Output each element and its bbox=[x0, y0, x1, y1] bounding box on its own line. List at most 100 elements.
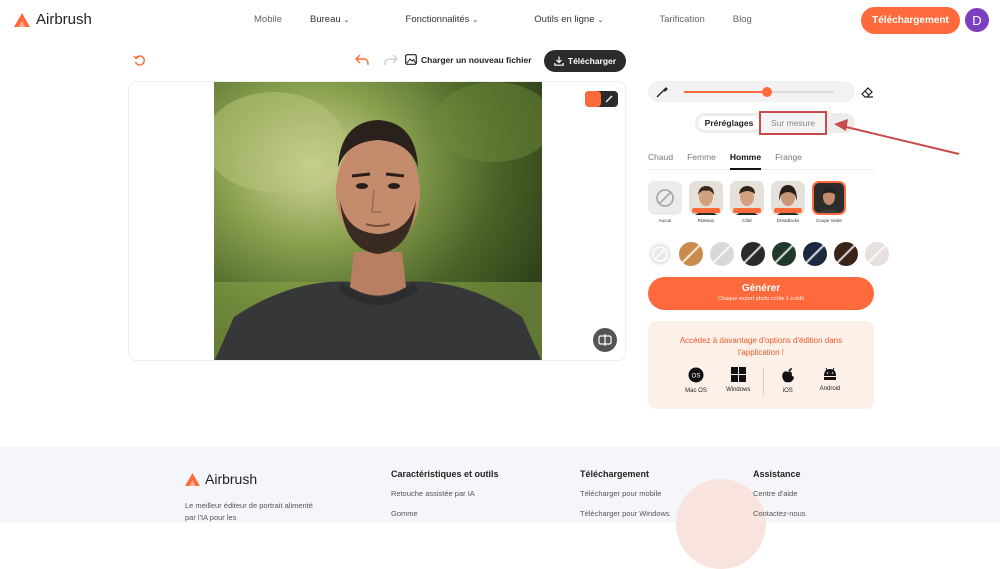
slider-track[interactable] bbox=[684, 87, 834, 97]
platform-label: Mac OS bbox=[685, 388, 707, 394]
color-swatch[interactable] bbox=[772, 242, 796, 266]
segment-presets[interactable]: Préréglages bbox=[698, 116, 760, 130]
eraser-icon[interactable] bbox=[861, 85, 874, 103]
nav-item-bureau[interactable]: Bureau ⌄ bbox=[310, 14, 378, 25]
style-dreadlocks[interactable]: Dreadlocks bbox=[771, 181, 805, 223]
chevron-down-icon: ⌄ bbox=[472, 17, 479, 24]
platform-label: Windows bbox=[726, 387, 751, 393]
hair-color-swatches bbox=[648, 242, 889, 266]
platform-list: OS Mac OS Windows iOS Android bbox=[678, 367, 848, 395]
footer-link[interactable]: Télécharger pour mobile bbox=[580, 489, 670, 498]
style-thumb bbox=[771, 181, 805, 215]
style-label: Coupe rasée bbox=[816, 218, 842, 223]
color-swatch[interactable] bbox=[648, 242, 672, 266]
tab-frange[interactable]: Frange bbox=[775, 152, 802, 169]
no-color-icon bbox=[652, 246, 668, 262]
nav-item-mobile[interactable]: Mobile bbox=[254, 14, 282, 25]
android-icon bbox=[824, 367, 836, 380]
compare-icon[interactable] bbox=[593, 328, 617, 352]
airbrush-logo-icon bbox=[14, 12, 30, 27]
pro-badge bbox=[733, 208, 761, 213]
footer-link[interactable]: Contactez-nous bbox=[753, 509, 806, 518]
chevron-down-icon: ⌄ bbox=[597, 17, 604, 24]
platform-windows[interactable]: Windows bbox=[720, 367, 756, 395]
footer-col-title: Assistance bbox=[753, 469, 801, 479]
style-label: Aucun bbox=[658, 218, 672, 223]
upload-label: Charger un nouveau fichier bbox=[421, 54, 532, 65]
undo-icon[interactable] bbox=[353, 51, 371, 69]
reset-icon[interactable] bbox=[130, 51, 148, 69]
platform-divider bbox=[762, 367, 764, 395]
brush-size-slider[interactable] bbox=[648, 81, 855, 102]
macos-icon: OS bbox=[688, 367, 704, 383]
segment-custom[interactable]: Sur mesure bbox=[759, 111, 827, 135]
tool-toggle[interactable] bbox=[585, 91, 618, 107]
footer-link[interactable]: Gomme bbox=[391, 509, 499, 518]
upload-new-file-button[interactable]: Charger un nouveau fichier bbox=[405, 54, 532, 65]
footer-link[interactable]: Retouche assistée par IA bbox=[391, 489, 499, 498]
color-swatch[interactable] bbox=[679, 242, 703, 266]
tab-homme[interactable]: Homme bbox=[729, 152, 762, 170]
nav-item-outils[interactable]: Outils en ligne ⌄ bbox=[534, 14, 631, 25]
nav-item-tarification[interactable]: Tarification bbox=[659, 14, 704, 25]
platform-label: Android bbox=[819, 386, 841, 392]
download-label: Télécharger bbox=[567, 56, 617, 66]
footer-col-features: Caractéristiques et outils Retouche assi… bbox=[391, 469, 499, 518]
footer-col-title: Téléchargement bbox=[580, 469, 650, 479]
user-avatar[interactable]: D bbox=[965, 8, 989, 32]
chevron-down-icon: ⌄ bbox=[343, 17, 350, 24]
redo-icon[interactable] bbox=[382, 51, 400, 69]
slider-knob[interactable] bbox=[761, 87, 772, 97]
brand-logo[interactable]: Airbrush bbox=[14, 11, 92, 28]
footer-brand-name: Airbrush bbox=[205, 471, 258, 487]
color-swatch[interactable] bbox=[710, 242, 734, 266]
hairstyle-options: Aucun Rideaux Côté Dreadlocks Coupe rasé… bbox=[648, 181, 846, 223]
footer-link[interactable]: Télécharger pour Windows bbox=[580, 509, 670, 518]
style-coupe-rasee[interactable]: Coupe rasée bbox=[812, 181, 846, 223]
slider-fill bbox=[684, 91, 767, 93]
platform-android[interactable]: Android bbox=[812, 367, 848, 395]
color-swatch[interactable] bbox=[865, 242, 889, 266]
style-label: Rideaux bbox=[697, 218, 715, 223]
style-label: Dreadlocks bbox=[776, 218, 800, 223]
style-thumb bbox=[730, 181, 764, 215]
platform-label: iOS bbox=[782, 388, 793, 394]
download-app-button[interactable]: Téléchargement bbox=[861, 7, 960, 34]
style-none[interactable]: Aucun bbox=[648, 181, 682, 223]
footer-col-title: Caractéristiques et outils bbox=[391, 469, 499, 479]
select-tool-icon[interactable] bbox=[585, 91, 601, 107]
color-swatch[interactable] bbox=[834, 242, 858, 266]
brush-tool-icon[interactable] bbox=[601, 91, 617, 107]
footer-col-support: Assistance Centre d'aide Contactez-nous bbox=[753, 469, 806, 518]
windows-icon bbox=[730, 367, 746, 382]
platform-ios[interactable]: iOS bbox=[770, 367, 806, 395]
style-thumb bbox=[812, 181, 846, 215]
download-icon bbox=[554, 56, 564, 66]
footer: Airbrush Le meilleur éditeur de portrait… bbox=[0, 447, 1000, 569]
nav-item-fonctionnalites[interactable]: Fonctionnalités ⌄ bbox=[406, 14, 507, 25]
hairstyle-portrait-icon bbox=[818, 188, 840, 213]
footer-description: Le meilleur éditeur de portrait alimenté… bbox=[185, 501, 313, 522]
portrait-photo bbox=[214, 82, 542, 360]
color-swatch[interactable] bbox=[741, 242, 765, 266]
footer-brand[interactable]: Airbrush bbox=[185, 471, 257, 487]
generate-button[interactable]: Générer Chaque export photo coûte 1 créd… bbox=[648, 277, 874, 310]
tab-femme[interactable]: Femme bbox=[687, 152, 716, 169]
style-cote[interactable]: Côté bbox=[730, 181, 764, 223]
editor-canvas[interactable] bbox=[128, 81, 626, 361]
nav-label: Fonctionnalités bbox=[405, 14, 470, 25]
footer-link[interactable]: Centre d'aide bbox=[753, 489, 806, 498]
platform-macos[interactable]: OS Mac OS bbox=[678, 367, 714, 395]
download-button[interactable]: Télécharger bbox=[544, 50, 626, 72]
tab-chaud[interactable]: Chaud bbox=[648, 152, 673, 169]
color-swatch[interactable] bbox=[803, 242, 827, 266]
promo-text: Accédez à davantage d'options d'édition … bbox=[679, 336, 843, 357]
category-tabs: Chaud Femme Homme Frange bbox=[648, 152, 874, 170]
generate-cost-note: Chaque export photo coûte 1 crédit bbox=[718, 296, 804, 302]
nav-label: Bureau bbox=[310, 14, 341, 25]
pro-badge bbox=[774, 208, 802, 213]
top-nav-bar: Airbrush Mobile Bureau ⌄ Fonctionnalités ⌄… bbox=[0, 0, 1000, 40]
brand-name: Airbrush bbox=[36, 11, 92, 28]
nav-item-blog[interactable]: Blog bbox=[733, 14, 752, 25]
style-rideaux[interactable]: Rideaux bbox=[689, 181, 723, 223]
